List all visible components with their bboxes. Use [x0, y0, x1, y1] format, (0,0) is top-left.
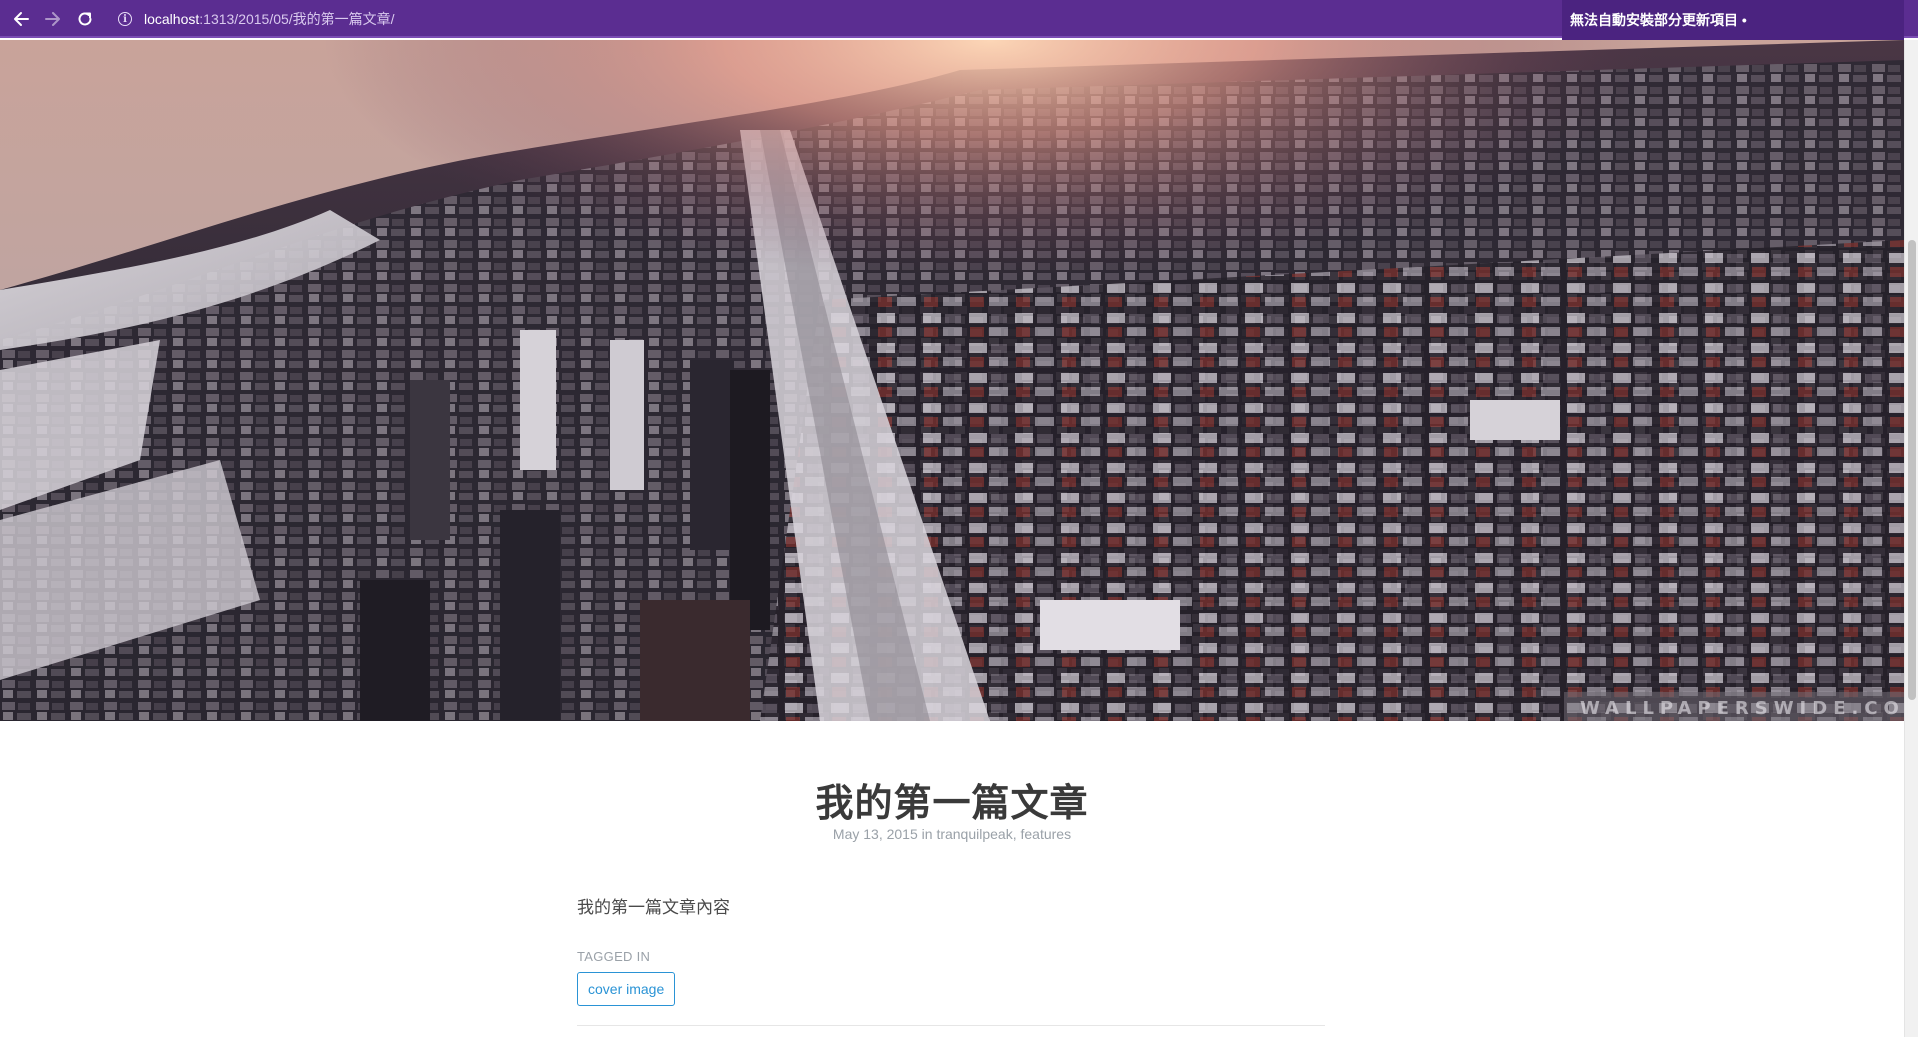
- page-scrollbar[interactable]: [1904, 40, 1918, 1037]
- post-title: 我的第一篇文章: [815, 783, 1089, 825]
- forward-arrow-icon[interactable]: [40, 6, 66, 32]
- category-link-features[interactable]: features: [1021, 826, 1072, 842]
- category-link-tranquilpeak[interactable]: tranquilpeak: [936, 826, 1012, 842]
- post-date: May 13, 2015: [832, 826, 918, 842]
- post-meta: May 13, 2015 in tranquilpeak, features: [0, 826, 1904, 842]
- browser-toolbar: i localhost:1313/2015/05/我的第一篇文章/ 無法自動安裝…: [0, 0, 1918, 40]
- cover-image: WALLPAPERSWIDE.COM: [0, 40, 1904, 721]
- cover-watermark: WALLPAPERSWIDE.COM: [1580, 698, 1904, 719]
- post-body: 我的第一篇文章內容: [577, 898, 730, 917]
- url-host: localhost: [144, 11, 200, 27]
- update-notice[interactable]: 無法自動安裝部分更新項目 •: [1562, 0, 1904, 40]
- post-divider: [577, 1025, 1325, 1026]
- info-icon[interactable]: i: [118, 12, 132, 26]
- url-path: :1313/2015/05/我的第一篇文章/: [199, 11, 395, 27]
- reload-icon[interactable]: [72, 6, 98, 32]
- post-meta-in: in: [921, 826, 933, 842]
- category-separator: ,: [1012, 826, 1021, 842]
- tagged-in-label: TAGGED IN: [577, 949, 651, 964]
- tag-cover-image[interactable]: cover image: [577, 972, 676, 1006]
- address-bar[interactable]: i localhost:1313/2015/05/我的第一篇文章/: [108, 5, 1548, 33]
- back-arrow-icon[interactable]: [8, 6, 34, 32]
- scrollbar-thumb[interactable]: [1908, 240, 1916, 700]
